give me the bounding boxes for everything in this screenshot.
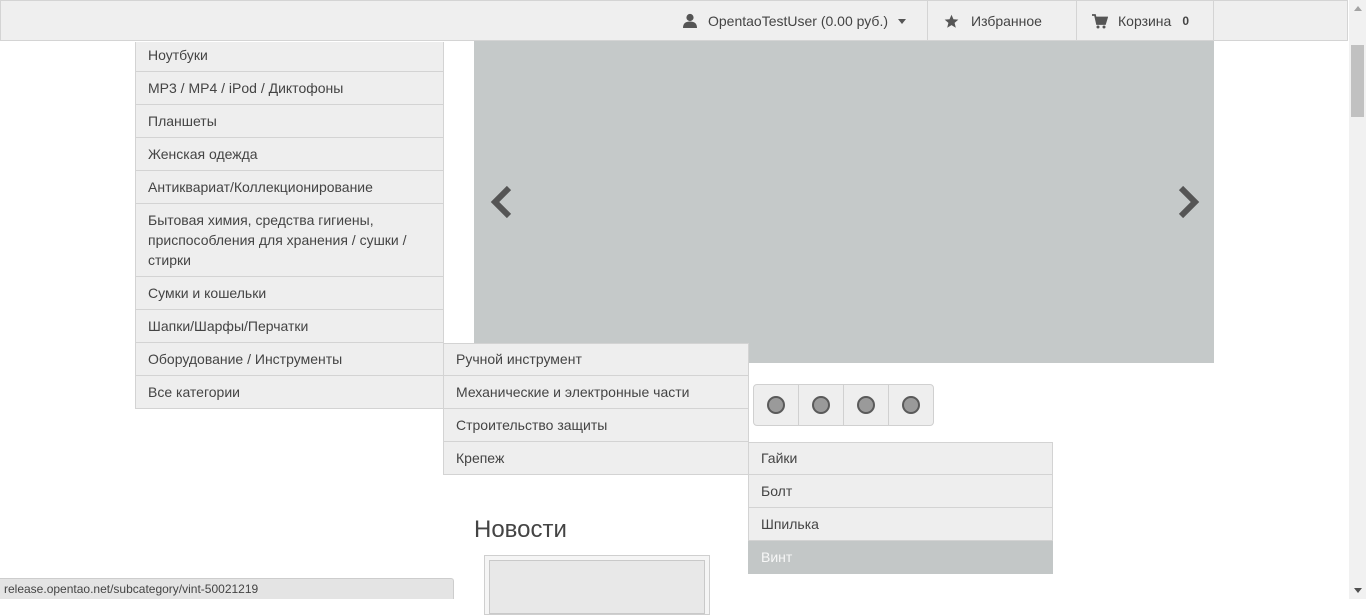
user-label: OpentaoTestUser (0.00 руб.) bbox=[708, 13, 888, 29]
page-scrollbar[interactable] bbox=[1349, 0, 1366, 599]
subcategory-item[interactable]: Строительство защиты bbox=[443, 409, 749, 442]
favorites-label: Избранное bbox=[971, 13, 1042, 29]
news-image-placeholder bbox=[489, 560, 705, 614]
all-categories-link[interactable]: Все категории bbox=[135, 376, 444, 409]
subsubcategory-item-screw[interactable]: Винт bbox=[748, 541, 1053, 574]
news-heading: Новости bbox=[474, 516, 567, 543]
cart-icon bbox=[1092, 13, 1108, 28]
user-icon bbox=[683, 13, 697, 28]
scroll-down-arrow-icon[interactable] bbox=[1349, 582, 1366, 599]
cart-label: Корзина bbox=[1118, 13, 1172, 29]
category-item[interactable]: MP3 / MP4 / iPod / Диктофоны bbox=[135, 72, 444, 105]
scrollbar-thumb[interactable] bbox=[1351, 45, 1364, 117]
subcategory-item[interactable]: Механические и электронные части bbox=[443, 376, 749, 409]
category-item[interactable]: Шапки/Шарфы/Перчатки bbox=[135, 310, 444, 343]
chevron-left-icon[interactable] bbox=[487, 186, 515, 218]
category-item[interactable]: Женская одежда bbox=[135, 138, 444, 171]
category-item[interactable]: Планшеты bbox=[135, 105, 444, 138]
favorites-button[interactable]: Избранное bbox=[928, 1, 1077, 41]
category-item[interactable]: Ноутбуки bbox=[135, 42, 444, 72]
cart-button[interactable]: Корзина 0 bbox=[1077, 1, 1214, 41]
circle-icon bbox=[812, 396, 830, 414]
subcategory-item[interactable]: Ручной инструмент bbox=[443, 343, 749, 376]
slider-dot[interactable] bbox=[844, 385, 889, 425]
scroll-up-arrow-icon[interactable] bbox=[1349, 0, 1366, 17]
category-item[interactable]: Сумки и кошельки bbox=[135, 277, 444, 310]
chevron-down-icon bbox=[898, 18, 906, 24]
subsubcategory-item[interactable]: Болт bbox=[748, 475, 1053, 508]
subsubcategory-item[interactable]: Шпилька bbox=[748, 508, 1053, 541]
slider-pagination bbox=[753, 384, 934, 426]
star-icon bbox=[944, 14, 959, 28]
circle-icon bbox=[767, 396, 785, 414]
subcategory-item-fasteners[interactable]: Крепеж bbox=[443, 442, 749, 475]
user-menu-button[interactable]: OpentaoTestUser (0.00 руб.) bbox=[680, 1, 928, 41]
subsubcategory-item[interactable]: Гайки bbox=[748, 442, 1053, 475]
banner-slider bbox=[474, 41, 1214, 363]
circle-icon bbox=[857, 396, 875, 414]
news-card[interactable] bbox=[484, 555, 710, 615]
slider-dot[interactable] bbox=[799, 385, 844, 425]
slider-dot[interactable] bbox=[754, 385, 799, 425]
chevron-right-icon[interactable] bbox=[1175, 186, 1203, 218]
circle-icon bbox=[902, 396, 920, 414]
top-bar: OpentaoTestUser (0.00 руб.) Избранное Ко… bbox=[0, 0, 1348, 41]
browser-status-bar: release.opentao.net/subcategory/vint-500… bbox=[0, 578, 454, 599]
slider-dot[interactable] bbox=[889, 385, 933, 425]
category-item[interactable]: Антиквариат/Коллекционирование bbox=[135, 171, 444, 204]
cart-count-badge: 0 bbox=[1182, 14, 1190, 28]
category-item[interactable]: Бытовая химия, средства гигиены, приспос… bbox=[135, 204, 444, 277]
category-item-tools[interactable]: Оборудование / Инструменты bbox=[135, 343, 444, 376]
